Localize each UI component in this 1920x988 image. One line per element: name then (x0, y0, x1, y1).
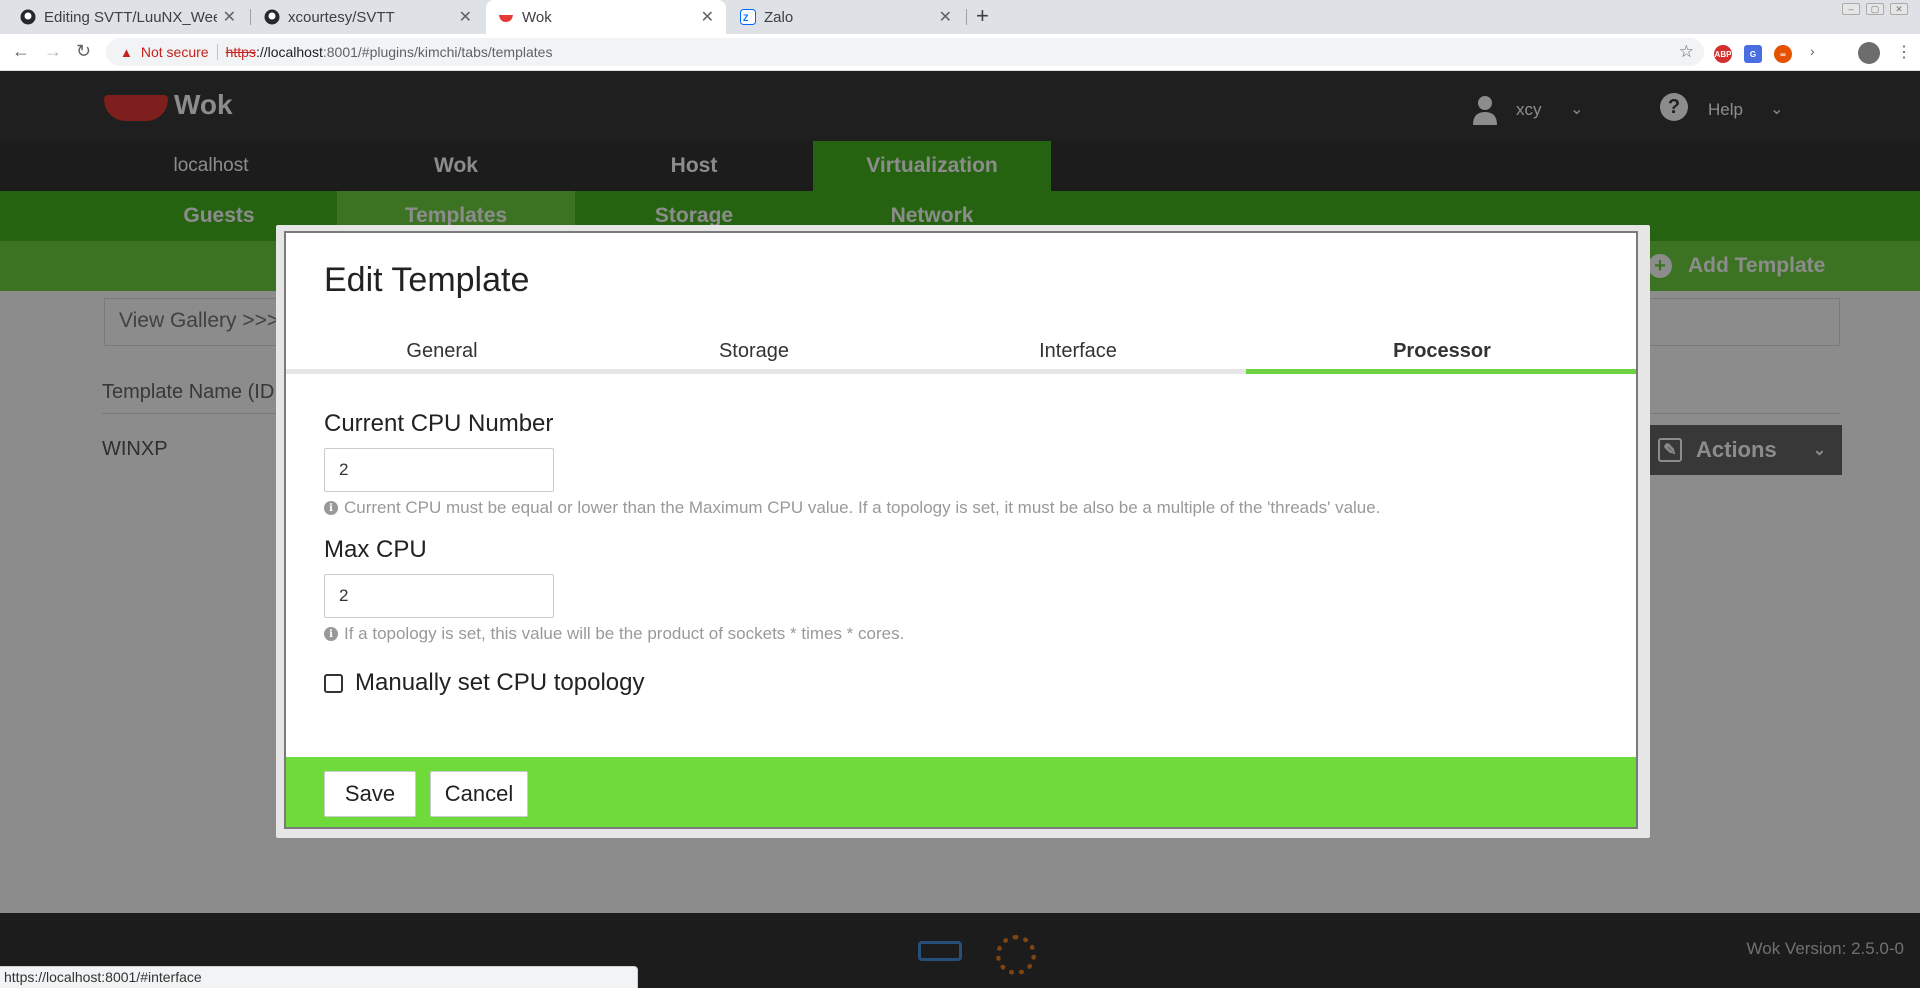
current-cpu-input[interactable] (324, 448, 554, 492)
url-host: ://localhost (255, 44, 323, 60)
active-tab-indicator (1246, 369, 1636, 374)
info-icon: i (324, 627, 338, 641)
browser-tab-zalo[interactable]: Z Zalo ✕ (728, 0, 964, 34)
current-cpu-hint: i Current CPU must be equal or lower tha… (324, 498, 1380, 518)
back-arrow-icon[interactable]: ← (12, 41, 30, 62)
edit-template-modal: Edit Template General Storage Interface … (284, 231, 1638, 829)
browser-tab-editing-svtt[interactable]: Editing SVTT/LuuNX_Wee ✕ (8, 0, 248, 34)
svg-text:Z: Z (743, 13, 749, 23)
cancel-button[interactable]: Cancel (430, 771, 528, 817)
modal-title: Edit Template (324, 261, 530, 299)
browser-tab-xcourtesy-svtt[interactable]: xcourtesy/SVTT ✕ (252, 0, 484, 34)
address-bar[interactable]: ▲ Not secure https://localhost:8001/#plu… (106, 38, 1704, 66)
close-window-icon[interactable]: ✕ (1890, 3, 1908, 15)
link-status-bar: https://localhost:8001/#interface (0, 966, 638, 988)
tab-processor[interactable]: Processor (1286, 333, 1598, 369)
warning-triangle-icon[interactable]: ▲ (120, 45, 133, 60)
tab-title: Zalo (764, 8, 794, 26)
tab-title: xcourtesy/SVTT (288, 8, 395, 26)
bookmark-star-icon[interactable]: ☆ (1679, 42, 1694, 62)
browser-toolbar: ← → ↻ ▲ Not secure https://localhost:800… (0, 34, 1920, 71)
close-icon[interactable]: ✕ (459, 7, 472, 27)
tab-storage[interactable]: Storage (598, 333, 910, 369)
max-cpu-hint: i If a topology is set, this value will … (324, 624, 904, 644)
close-icon[interactable]: ✕ (939, 7, 952, 27)
browser-tab-strip: Editing SVTT/LuuNX_Wee ✕ xcourtesy/SVTT … (0, 0, 1920, 34)
cpu-topology-toggle[interactable]: Manually set CPU topology (324, 669, 644, 697)
close-icon[interactable]: ✕ (223, 7, 236, 27)
new-tab-plus-icon[interactable]: + (976, 3, 989, 29)
url-scheme: https (225, 44, 256, 60)
tab-separator (966, 9, 967, 25)
max-cpu-input[interactable] (324, 574, 554, 618)
max-cpu-label: Max CPU (324, 536, 427, 563)
github-icon (20, 9, 36, 25)
modal-tabs: General Storage Interface Processor (286, 333, 1636, 375)
omnibox-divider (216, 44, 218, 60)
more-extensions-chevron-icon[interactable]: › (1810, 43, 1815, 59)
topology-checkbox[interactable] (324, 673, 343, 693)
tab-general[interactable]: General (286, 333, 598, 369)
tab-title: Editing SVTT/LuuNX_Wee (44, 8, 217, 26)
tab-interface[interactable]: Interface (922, 333, 1234, 369)
wok-icon (498, 9, 514, 25)
info-icon: i (324, 501, 338, 515)
reload-icon[interactable]: ↻ (76, 41, 91, 62)
maximize-window-icon[interactable]: ▢ (1866, 3, 1884, 15)
minimize-window-icon[interactable]: – (1842, 3, 1860, 15)
topology-label: Manually set CPU topology (355, 669, 645, 696)
infinity-extension-icon[interactable]: ∞ (1774, 45, 1792, 63)
current-cpu-hint-text: Current CPU must be equal or lower than … (344, 498, 1381, 517)
profile-avatar[interactable] (1858, 42, 1880, 64)
tab-title: Wok (522, 8, 552, 26)
browser-menu-icon[interactable]: ⋮ (1896, 42, 1912, 62)
close-icon[interactable]: ✕ (701, 7, 714, 27)
forward-arrow-icon[interactable]: → (44, 41, 62, 62)
github-icon (264, 9, 280, 25)
save-button[interactable]: Save (324, 771, 416, 817)
browser-tab-wok[interactable]: Wok ✕ (486, 0, 726, 34)
tab-separator (250, 9, 251, 25)
adblock-extension-icon[interactable]: ABP (1714, 45, 1732, 63)
translate-extension-icon[interactable]: G (1744, 45, 1762, 63)
zalo-icon: Z (740, 9, 756, 25)
security-status[interactable]: Not secure (141, 44, 209, 60)
modal-footer: Save Cancel (286, 757, 1636, 827)
max-cpu-hint-text: If a topology is set, this value will be… (344, 624, 905, 643)
current-cpu-label: Current CPU Number (324, 410, 554, 437)
url-path: :8001/#plugins/kimchi/tabs/templates (322, 44, 553, 60)
